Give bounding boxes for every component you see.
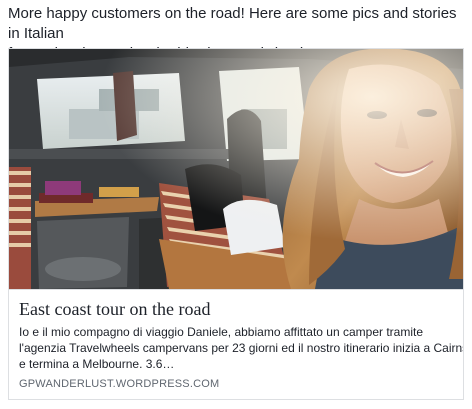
link-description-line-2: l'agenzia Travelwheels campervans per 23… <box>19 341 464 355</box>
link-preview-body[interactable]: East coast tour on the road Io e il mio … <box>9 289 463 399</box>
link-description: Io e il mio compagno di viaggio Daniele,… <box>19 324 464 372</box>
post-message-line-1: More happy customers on the road! Here a… <box>8 5 457 42</box>
link-preview-card[interactable]: East coast tour on the road Io e il mio … <box>8 48 464 400</box>
link-domain[interactable]: GPWANDERLUST.WORDPRESS.COM <box>19 377 219 391</box>
link-description-line-3: e termina a Melbourne. 3.6… <box>19 357 175 371</box>
link-description-line-1: Io e il mio compagno di viaggio Daniele,… <box>19 325 423 339</box>
link-title[interactable]: East coast tour on the road <box>19 298 455 320</box>
campervan-photo-image[interactable] <box>9 49 463 289</box>
